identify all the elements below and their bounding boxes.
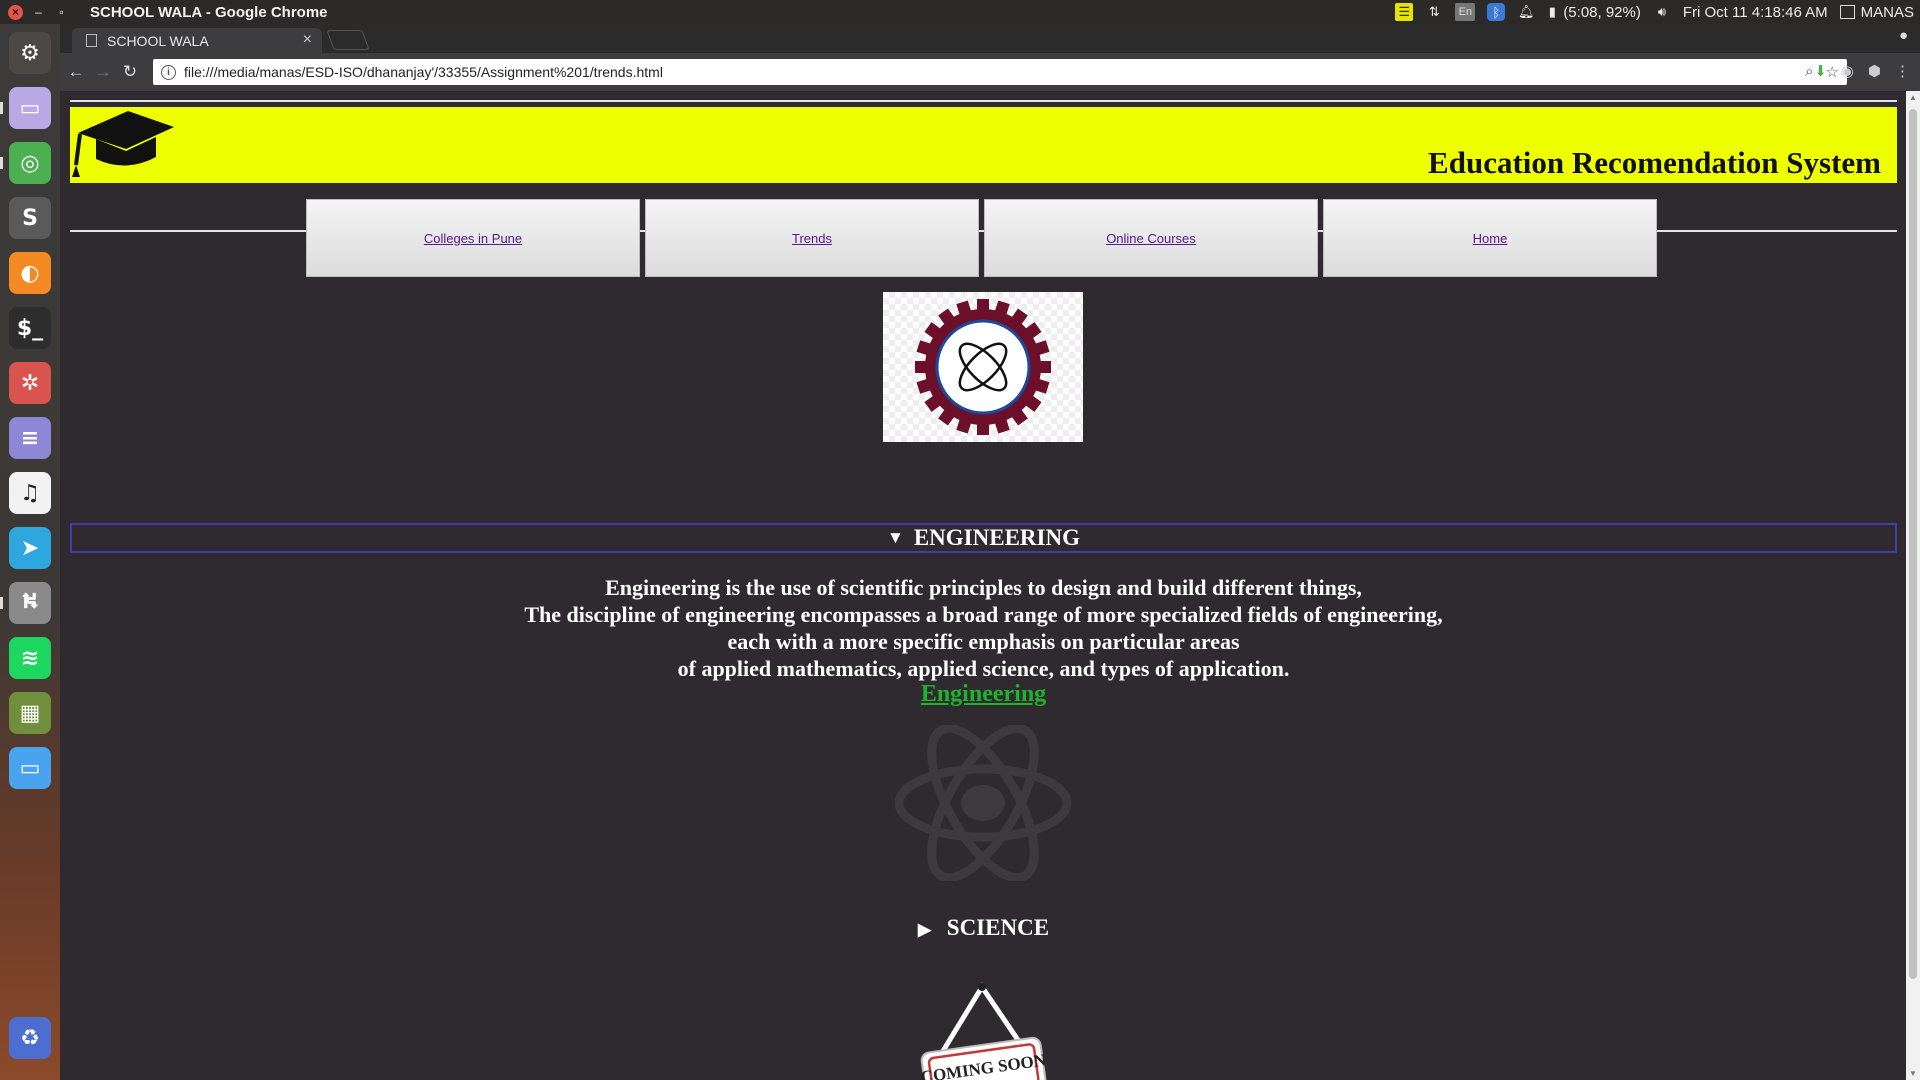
url-text[interactable]: file:///media/manas/ESD-ISO/dhananjay'/3… [184,64,663,80]
engineering-logo-image [883,292,1083,442]
tab-school-wala[interactable]: SCHOOL WALA × [72,28,322,53]
tab-title: SCHOOL WALA [107,32,209,49]
firefox-icon[interactable]: ◐ [9,252,51,294]
chrome-menu-icon[interactable]: ⋮ [1895,62,1910,80]
user-menu[interactable]: MANAS [1839,3,1914,21]
nav-cell: Home [1323,199,1657,277]
new-tab-button[interactable] [326,30,370,50]
ubuntu-dash-icon[interactable]: ⚙ [9,32,51,74]
nav-cell: Online Courses [984,199,1318,277]
sublime-text-icon[interactable]: S [9,197,51,239]
scroll-up-icon[interactable]: ▲ [1909,93,1917,102]
browser-window: SCHOOL WALA × ● ← → ↻ i file:///media/ma… [60,24,1920,1080]
battery-indicator[interactable]: ▮ (5:08, 92%) [1547,3,1641,21]
scrollbar-thumb[interactable] [1909,109,1917,979]
close-window-button[interactable]: × [8,4,23,20]
text-editor-icon[interactable]: ≡ [9,417,51,459]
nav-link[interactable]: Home [1473,231,1508,246]
restore-window-button[interactable]: ▫ [54,5,69,20]
description-line: The discipline of engineering encompasse… [524,602,1443,627]
zoom-icon[interactable]: ⌕ [1805,63,1813,81]
trash-icon[interactable]: ♻ [9,1017,51,1059]
scroll-down-icon[interactable]: ▼ [1909,1069,1917,1078]
science-summary[interactable]: ▶ SCIENCE [70,915,1897,941]
window-title: SCHOOL WALA - Google Chrome [90,3,328,21]
nav-cell: Colleges in Pune [306,199,640,277]
minimize-window-button[interactable]: – [31,5,46,20]
engineering-description: Engineering is the use of scientific pri… [70,574,1897,682]
site-title: Education Recomendation System [1428,145,1881,180]
engineering-summary[interactable]: ▼ ENGINEERING [70,523,1897,553]
battery-icon: ▮ [1548,4,1556,19]
launcher: ⚙ ▭ ◎ S ◐ $_ ✲ ≡ ♫ ➤ ⛕ ≋ ▦ ▭ ♻ [0,24,60,1080]
network-icon[interactable]: ⇅ [1425,3,1443,21]
engineering-heading: ENGINEERING [913,525,1080,550]
nav-link[interactable]: Trends [792,231,832,246]
site-info-icon[interactable]: i [161,64,176,80]
coming-soon-sign-image: COMING SOON [920,982,1048,1080]
usb-icon[interactable]: ⛕ [0,582,51,624]
description-line: Engineering is the use of scientific pri… [605,575,1362,600]
top-rule [70,100,1897,102]
page-scrollbar[interactable]: ▲ ▼ [1906,91,1920,1080]
window-controls: × – ▫ [0,4,90,20]
page-icon [86,34,97,47]
folder-icon[interactable]: ▭ [9,747,51,789]
science-heading: SCIENCE [946,915,1050,940]
minecraft-icon[interactable]: ▦ [9,692,51,734]
reload-icon[interactable]: ↻ [119,61,141,83]
files-icon[interactable]: ▭ [0,87,51,129]
back-icon[interactable]: ← [65,61,87,83]
tab-strip: SCHOOL WALA × ● [60,24,1920,53]
graduation-cap-icon [72,111,174,177]
user-icon [1839,5,1855,19]
battery-text: (5:08, 92%) [1563,3,1641,21]
app-center-icon[interactable]: ✲ [9,362,51,404]
notes-icon[interactable]: ☰ [1395,3,1414,21]
nav-cell: Trends [645,199,979,277]
top-panel: × – ▫ SCHOOL WALA - Google Chrome ☰ ⇅ En… [0,0,1920,24]
profile-icon[interactable]: ● [1899,27,1908,44]
collapsed-triangle-icon: ▶ [917,920,932,939]
extension-icon[interactable]: ◉ [1841,62,1854,80]
engineering-link-row: Engineering [70,681,1897,708]
nav-link[interactable]: Online Courses [1106,231,1196,246]
terminal-icon[interactable]: $_ [9,307,51,349]
header-banner: Education Recomendation System [70,107,1897,183]
address-bar[interactable]: i file:///media/manas/ESD-ISO/dhananjay'… [153,59,1847,85]
description-line: each with a more specific emphasis on pa… [727,629,1240,654]
main-nav: Colleges in Pune Trends Online Courses Home [306,199,1657,277]
music-icon[interactable]: ♫ [9,472,51,514]
chrome-icon[interactable]: ◎ [0,142,51,184]
extensions: ⬇ ◉ ⬢ ⋮ [1814,62,1910,80]
atom-icon [894,725,1072,881]
engineering-link[interactable]: Engineering [921,681,1046,707]
telegram-icon[interactable]: ➤ [9,527,51,569]
system-tray: ☰ ⇅ En ᛒ 🔔︎ ▮ (5:08, 92%) 🔊︎ Fri Oct 11 … [1395,0,1914,24]
clock[interactable]: Fri Oct 11 4:18:46 AM [1683,4,1828,21]
keyboard-layout-indicator[interactable]: En [1455,3,1476,21]
nav-link[interactable]: Colleges in Pune [424,231,522,246]
bluetooth-icon[interactable]: ᛒ [1487,3,1506,21]
forward-icon[interactable]: → [92,61,114,83]
shield-extension-icon[interactable]: ⬢ [1868,62,1881,80]
page-viewport: Education Recomendation System Colleges … [60,91,1906,1080]
description-line: of applied mathematics, applied science,… [677,656,1290,681]
download-extension-icon[interactable]: ⬇ [1814,62,1827,80]
notification-bell-icon[interactable]: 🔔︎ [1517,3,1535,21]
close-tab-icon[interactable]: × [303,31,312,49]
browser-toolbar: ← → ↻ i file:///media/manas/ESD-ISO/dhan… [60,53,1920,91]
user-name: MANAS [1860,3,1914,21]
volume-icon[interactable]: 🔊︎ [1653,3,1671,21]
expanded-triangle-icon: ▼ [887,528,904,547]
spotify-icon[interactable]: ≋ [9,637,51,679]
